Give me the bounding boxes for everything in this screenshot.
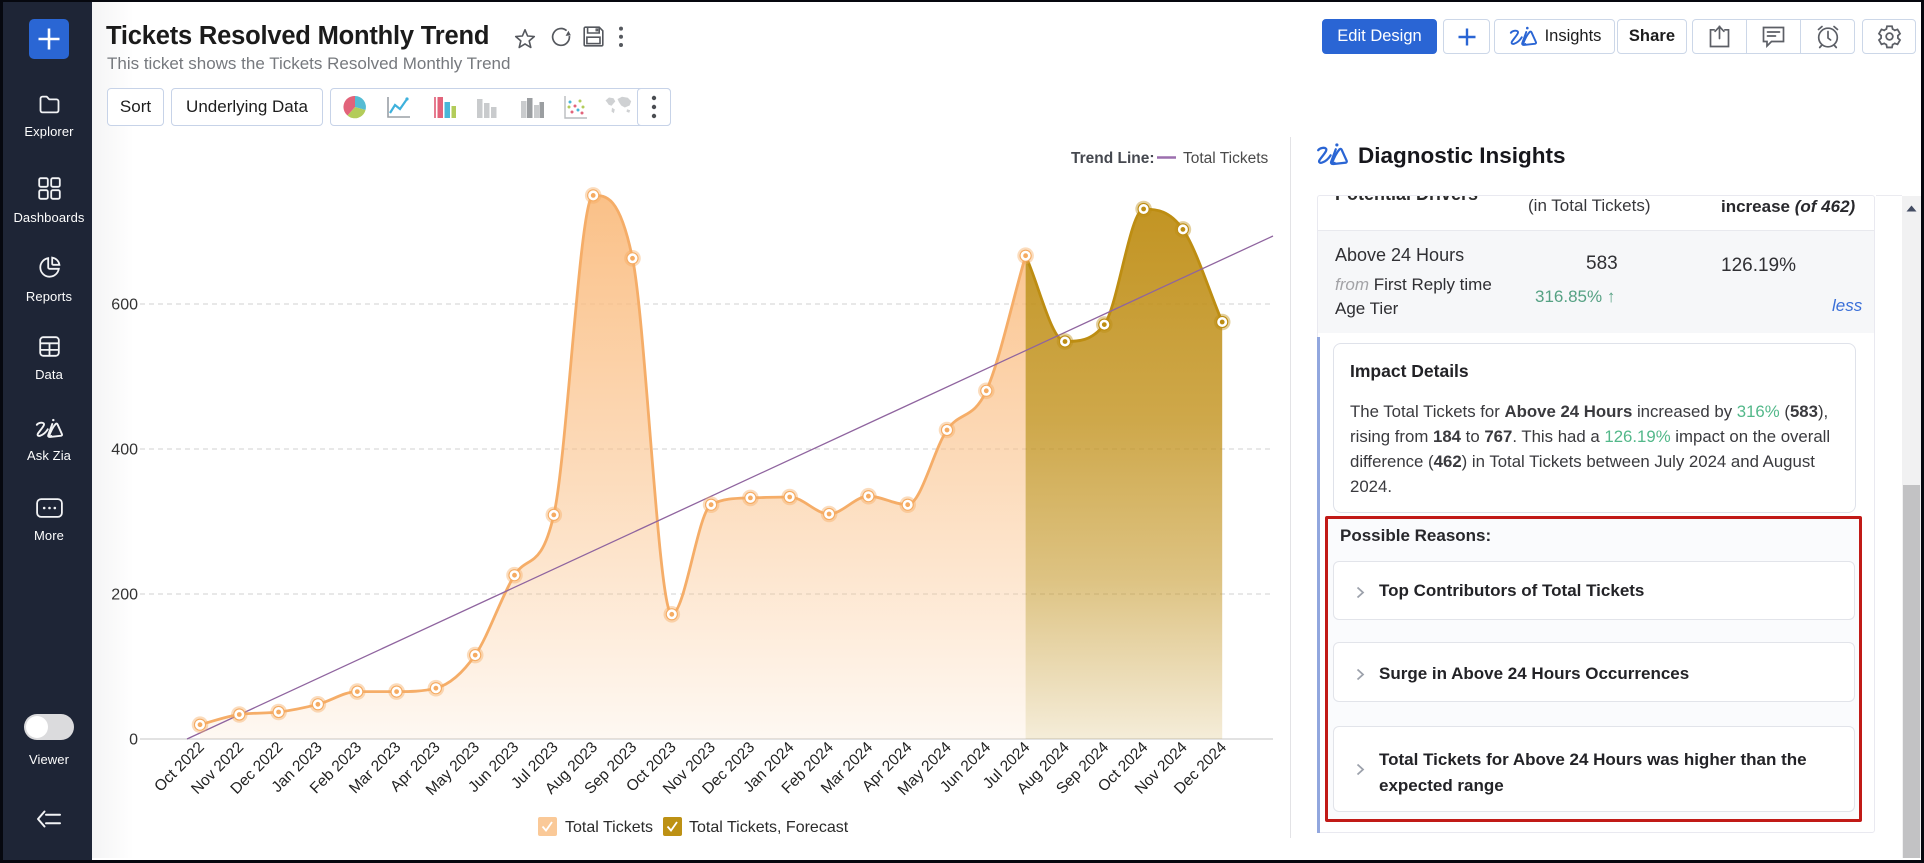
svg-text:0: 0	[129, 732, 138, 749]
svg-text:Total Tickets, Forecast: Total Tickets, Forecast	[689, 819, 849, 836]
svg-text:Total Tickets: Total Tickets	[1183, 150, 1269, 167]
svg-text:200: 200	[111, 587, 138, 604]
svg-text:400: 400	[111, 442, 138, 459]
svg-text:Trend Line:: Trend Line:	[1071, 150, 1155, 167]
svg-text:600: 600	[111, 297, 138, 314]
svg-text:Total Tickets: Total Tickets	[565, 819, 653, 836]
